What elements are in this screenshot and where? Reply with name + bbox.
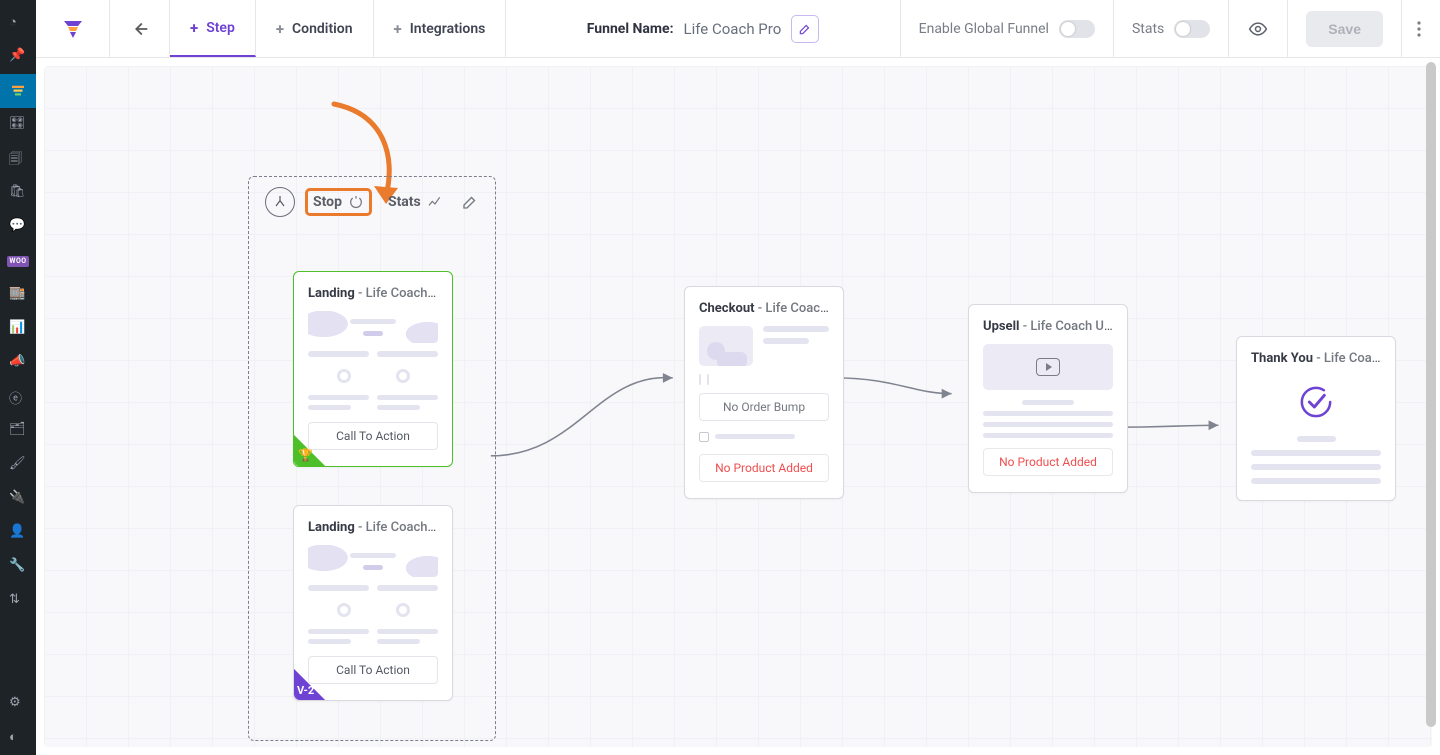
node-name: - Life Coach Up…	[1023, 319, 1113, 334]
ab-split-button[interactable]	[265, 187, 295, 217]
checkbox-icon	[699, 432, 709, 442]
rail-marketing[interactable]: 📣	[0, 346, 36, 380]
ab-edit-button[interactable]	[461, 193, 479, 211]
funnel-name-value: Life Coach Pro	[684, 20, 782, 38]
no-product-badge: No Product Added	[983, 448, 1113, 476]
save-button[interactable]: Save	[1306, 11, 1383, 47]
rail-woo[interactable]: WOO	[0, 244, 36, 278]
node-preview	[1251, 376, 1381, 484]
winner-badge: 🏆	[294, 422, 338, 466]
enable-global-toggle[interactable]	[1059, 20, 1095, 38]
topbar: +Step +Condition +Integrations Funnel Na…	[36, 0, 1440, 58]
rail-comments[interactable]: 💬	[0, 210, 36, 244]
rail-plugins[interactable]: 🔌	[0, 482, 36, 516]
node-type: Landing	[308, 286, 355, 301]
node-name: - Life Coach Lan…	[358, 520, 438, 535]
rail-analytics[interactable]: 📊	[0, 312, 36, 346]
stats-label: Stats	[1132, 21, 1164, 37]
node-preview-inputs	[699, 366, 829, 385]
more-menu-button[interactable]	[1408, 12, 1430, 46]
stats-toggle[interactable]	[1174, 20, 1210, 38]
ab-stats-label: Stats	[388, 194, 421, 210]
rail-funnel[interactable]	[0, 74, 36, 108]
node-preview	[699, 326, 829, 366]
rail-media[interactable]: 🎛	[0, 108, 36, 142]
rail-elementor[interactable]: ⓔ	[0, 380, 36, 414]
tab-condition[interactable]: +Condition	[256, 0, 374, 57]
rail-collapse[interactable]: ◐	[0, 721, 36, 755]
rail-store[interactable]: 🏬	[0, 278, 36, 312]
node-checkout[interactable]: Checkout - Life Coach Ch… No Order Bump …	[684, 286, 844, 499]
node-type: Upsell	[983, 319, 1019, 334]
admin-sidebar: ◔ 📌 🎛 🗐 🛍 💬 WOO 🏬 📊 📣 ⓔ 🗂 🖌 🔌 👤 🔧 ⇅ ⚙ ◐	[0, 0, 36, 755]
tab-step-label: Step	[206, 20, 235, 36]
node-preview	[983, 344, 1113, 438]
node-preview	[308, 311, 438, 410]
node-type: Thank You	[1251, 351, 1313, 366]
node-name: - Life Coach Lan…	[358, 286, 438, 301]
node-landing-a[interactable]: Landing - Life Coach Lan… Call To Action…	[293, 271, 453, 467]
rail-templates[interactable]: 🗂	[0, 414, 36, 448]
node-type: Checkout	[699, 301, 755, 316]
version-badge: V-2	[294, 656, 338, 700]
ab-stats-button[interactable]: Stats	[382, 190, 449, 214]
canvas[interactable]: Stop Stats Landing - Life Coach Lan…	[36, 58, 1440, 755]
node-name: - Life Coach Tha…	[1316, 351, 1381, 366]
tab-step[interactable]: +Step	[170, 0, 256, 57]
rail-settings[interactable]: ⇅	[0, 584, 36, 618]
node-preview	[308, 545, 438, 644]
rail-tools[interactable]: 🔧	[0, 550, 36, 584]
ab-stop-button[interactable]: Stop	[307, 190, 370, 214]
node-landing-b[interactable]: Landing - Life Coach Lan… Call To Action…	[293, 505, 453, 701]
node-type: Landing	[308, 520, 355, 535]
check-circle-icon	[1296, 382, 1336, 422]
back-button[interactable]	[110, 0, 170, 57]
rail-users[interactable]: 👤	[0, 516, 36, 550]
ab-test-group: Stop Stats Landing - Life Coach Lan…	[248, 176, 496, 741]
node-upsell[interactable]: Upsell - Life Coach Up… No Product Added	[968, 304, 1128, 493]
ab-stop-label: Stop	[313, 194, 342, 210]
no-order-bump-badge: No Order Bump	[699, 393, 829, 421]
no-product-badge: No Product Added	[699, 454, 829, 482]
node-thankyou[interactable]: Thank You - Life Coach Tha…	[1236, 336, 1396, 501]
rail-pages[interactable]: 🗐	[0, 142, 36, 176]
tab-integrations-label: Integrations	[410, 21, 486, 37]
rail-pin[interactable]: 📌	[0, 40, 36, 74]
preview-button[interactable]	[1247, 18, 1269, 40]
rail-settings2[interactable]: ⚙	[0, 687, 36, 721]
node-name: - Life Coach Ch…	[758, 301, 829, 316]
rail-dashboard[interactable]: ◔	[0, 6, 36, 40]
funnel-name-label: Funnel Name:	[587, 21, 674, 37]
edit-funnel-name-button[interactable]	[791, 15, 819, 43]
app-logo	[36, 0, 110, 57]
tab-integrations[interactable]: +Integrations	[374, 0, 507, 57]
rail-appearance[interactable]: 🖌	[0, 448, 36, 482]
tab-condition-label: Condition	[292, 21, 353, 37]
enable-global-label: Enable Global Funnel	[919, 21, 1049, 37]
rail-cart[interactable]: 🛍	[0, 176, 36, 210]
vertical-scrollbar[interactable]	[1424, 60, 1438, 753]
